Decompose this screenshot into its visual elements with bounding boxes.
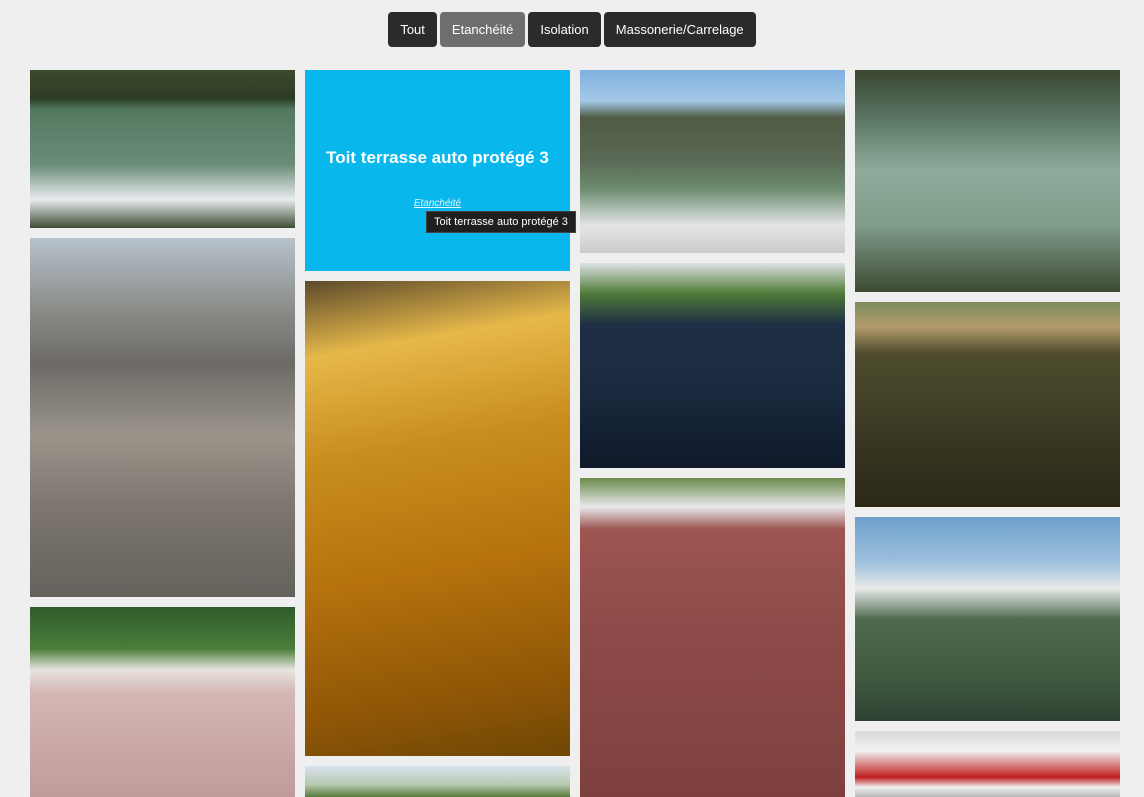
gallery-item-category-link[interactable]: Etanchéité: [305, 198, 570, 209]
filter-massonerie-button[interactable]: Massonerie/Carrelage: [603, 12, 756, 47]
gallery-item[interactable]: [580, 263, 845, 468]
gallery-image: [580, 478, 845, 797]
gallery-item[interactable]: [305, 766, 570, 797]
filter-isolation-button[interactable]: Isolation: [528, 12, 601, 47]
gallery-item[interactable]: [855, 70, 1120, 292]
tooltip: Toit terrasse auto protégé 3: [426, 211, 576, 233]
gallery-image: [855, 70, 1120, 292]
filter-bar: Tout Etanchéité Isolation Massonerie/Car…: [0, 12, 1144, 47]
gallery-image: [855, 517, 1120, 721]
filter-tout-button[interactable]: Tout: [388, 12, 437, 47]
gallery-image: [855, 302, 1120, 507]
filter-etancheite-button[interactable]: Etanchéité: [439, 12, 526, 47]
gallery-image: [30, 70, 295, 228]
gallery-image: [30, 607, 295, 797]
gallery-item[interactable]: [30, 70, 295, 228]
gallery-item[interactable]: [305, 281, 570, 756]
gallery-item[interactable]: [580, 478, 845, 797]
gallery-item[interactable]: [855, 302, 1120, 507]
gallery-image: [305, 281, 570, 756]
gallery-item[interactable]: [30, 607, 295, 797]
gallery-item[interactable]: [855, 731, 1120, 797]
gallery-item[interactable]: [855, 517, 1120, 721]
gallery-item-title: Toit terrasse auto protégé 3: [326, 148, 549, 167]
gallery-image: [30, 238, 295, 597]
gallery-image: [580, 263, 845, 468]
gallery-image: [855, 731, 1120, 797]
gallery-item[interactable]: [580, 70, 845, 253]
gallery-image: [305, 766, 570, 797]
gallery-item-hovered[interactable]: Toit terrasse auto protégé 3 Etanchéité: [305, 70, 570, 271]
gallery-image: [580, 70, 845, 253]
gallery-item[interactable]: [30, 238, 295, 597]
